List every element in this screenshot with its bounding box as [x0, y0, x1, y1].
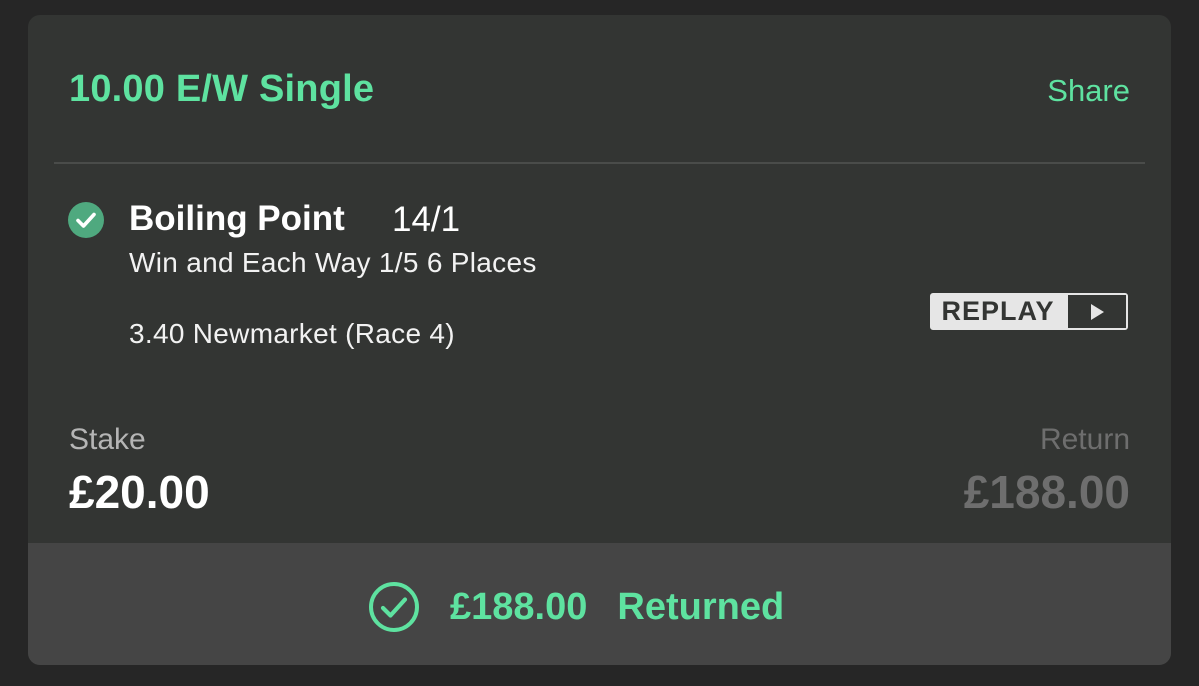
play-icon — [1091, 303, 1104, 320]
selection-name: Boiling Point — [129, 199, 345, 238]
returned-label: Returned — [617, 585, 785, 628]
stake-label: Stake — [69, 423, 146, 456]
bet-type-title: 10.00 E/W Single — [69, 68, 375, 110]
market-description: Win and Each Way 1/5 6 Places — [129, 247, 537, 278]
returned-amount: £188.00 — [450, 585, 588, 628]
header-divider — [54, 162, 1145, 164]
event-description: 3.40 Newmarket (Race 4) — [129, 318, 455, 349]
selection-odds: 14/1 — [392, 200, 461, 239]
return-label: Return — [1039, 423, 1130, 456]
stake-value: £20.00 — [69, 466, 210, 518]
bet-card-header: 10.00 E/W Single Share — [28, 15, 1171, 163]
check-circle-icon — [68, 202, 104, 238]
returned-banner-content: £188.00 Returned — [368, 581, 784, 633]
check-circle-outline-icon — [369, 582, 419, 632]
replay-label: REPLAY — [932, 295, 1068, 328]
bet-card: 10.00 E/W Single Share Boiling Point 14/… — [28, 15, 1171, 665]
share-link[interactable]: Share — [1047, 73, 1130, 109]
return-value: £188.00 — [963, 466, 1130, 518]
returned-banner: £188.00 Returned — [28, 543, 1171, 665]
play-icon-box — [1068, 295, 1126, 328]
replay-button[interactable]: REPLAY — [930, 293, 1128, 330]
